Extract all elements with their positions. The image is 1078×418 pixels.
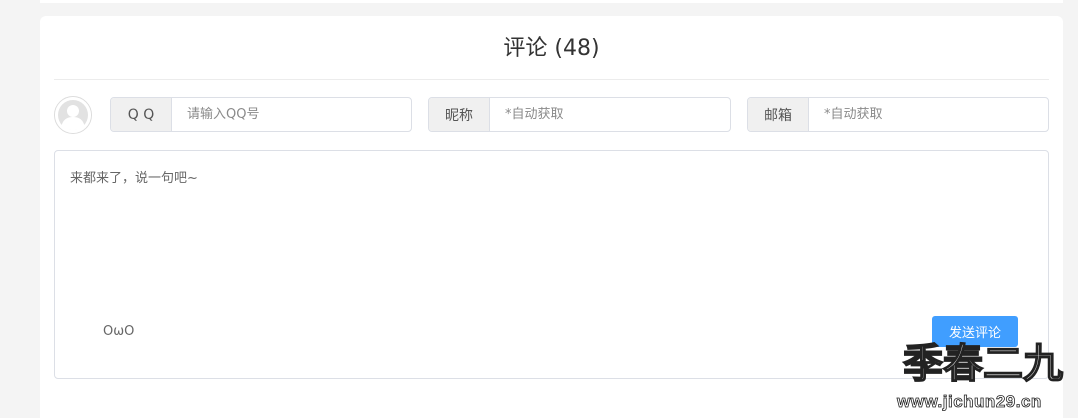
comment-textarea[interactable] [55, 151, 1048, 301]
default-avatar-icon [54, 96, 92, 134]
comment-box: OωO 发送评论 [54, 150, 1049, 379]
emoji-toggle-button[interactable]: OωO [103, 324, 134, 339]
nickname-field: 昵称 [428, 97, 731, 132]
comment-card: 评论 (48) Q Q 昵称 邮箱 OωO 发送评论 [40, 16, 1063, 418]
email-field: 邮箱 [747, 97, 1049, 132]
qq-label: Q Q [111, 98, 172, 131]
qq-input[interactable] [172, 98, 411, 131]
send-comment-button[interactable]: 发送评论 [932, 316, 1018, 347]
top-strip [40, 0, 1063, 3]
email-label: 邮箱 [748, 98, 809, 131]
email-input[interactable] [809, 98, 1048, 131]
nickname-label: 昵称 [429, 98, 490, 131]
comments-title: 评论 (48) [503, 36, 600, 61]
nickname-input[interactable] [490, 98, 730, 131]
qq-field: Q Q [110, 97, 412, 132]
title-divider [54, 79, 1049, 80]
